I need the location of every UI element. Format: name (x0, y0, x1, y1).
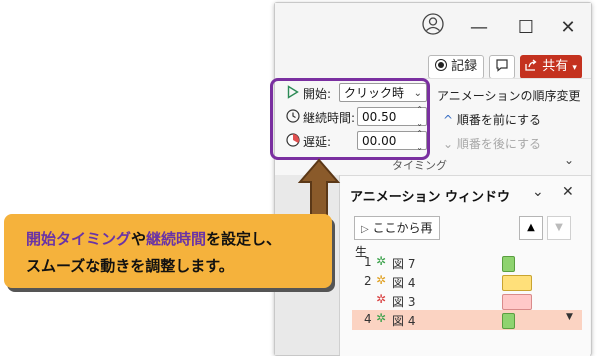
pane-title: アニメーション ウィンドウ (350, 190, 511, 205)
reorder-title: アニメーションの順序変更 (437, 89, 581, 103)
callout-line-1: 開始タイミングや継続時間を設定し、 (26, 227, 281, 251)
move-up-button[interactable]: ▲ (519, 216, 543, 240)
item-name: 図 4 (392, 276, 416, 290)
record-button[interactable]: 記録 (428, 55, 484, 79)
move-later-button[interactable]: ⌄ 順番を後にする (443, 135, 541, 152)
chevron-down-icon: ▾ (572, 63, 577, 73)
callout-line-2: スムーズな動きを調整します。 (26, 257, 234, 275)
play-icon: ▷ (361, 224, 369, 235)
comment-button[interactable] (489, 55, 515, 79)
record-icon (434, 59, 447, 71)
entrance-star-icon: ✲ (376, 254, 387, 268)
callout-text-part2: や (131, 230, 147, 248)
item-name: 図 4 (392, 314, 416, 328)
share-label: 共有 (542, 59, 569, 74)
list-item[interactable]: ✲ 図 3 (352, 291, 582, 311)
close-icon[interactable]: ✕ (553, 13, 583, 43)
item-name: 図 7 (392, 257, 416, 271)
chevron-down-icon[interactable]: ⌄ (532, 184, 544, 200)
callout-text-part4: を設定し、 (206, 230, 282, 248)
ribbon-collapse-icon[interactable]: ⌄ (564, 153, 574, 167)
comment-icon (496, 59, 508, 72)
timing-bar[interactable] (502, 313, 515, 329)
emphasis-star-icon: ✲ (376, 273, 387, 287)
list-item-selected[interactable]: 4 ✲ 図 4 ▼ (352, 310, 582, 330)
play-from-button[interactable]: ▷ ここから再生 (354, 216, 440, 259)
callout-box: 開始タイミングや継続時間を設定し、 スムーズな動きを調整します。 (4, 214, 332, 288)
chevron-up-icon: ^ (443, 113, 454, 127)
share-icon (525, 59, 537, 71)
timing-bar[interactable] (502, 275, 532, 291)
callout-highlight-duration: 継続時間 (146, 230, 207, 248)
item-name: 図 3 (392, 295, 416, 309)
up-arrow-icon (297, 158, 341, 219)
close-pane-icon[interactable]: ✕ (562, 184, 574, 200)
move-later-label: 順番を後にする (456, 137, 542, 151)
move-down-button[interactable]: ▼ (547, 216, 571, 240)
person-icon[interactable] (418, 13, 448, 43)
item-number: 2 (364, 274, 372, 288)
callout-highlight-start: 開始タイミング (26, 230, 132, 248)
list-item[interactable]: 1 ✲ 図 7 (352, 253, 582, 273)
timing-bar[interactable] (502, 256, 515, 272)
list-item[interactable]: 2 ✲ 図 4 (352, 272, 582, 292)
maximize-icon[interactable]: ☐ (511, 13, 541, 43)
minimize-icon[interactable]: — (464, 13, 494, 43)
move-earlier-label: 順番を前にする (456, 113, 542, 127)
item-number: 1 (364, 255, 372, 269)
item-number: 4 (364, 312, 372, 326)
title-bar: — ☐ ✕ (275, 3, 591, 47)
entrance-star-icon: ✲ (376, 311, 387, 325)
chevron-down-icon: ⌄ (443, 137, 454, 151)
timing-highlight-frame (270, 78, 430, 160)
exit-star-icon: ✲ (376, 292, 387, 306)
timing-bar[interactable] (502, 294, 532, 310)
share-button[interactable]: 共有 ▾ (520, 55, 582, 79)
chevron-down-icon[interactable]: ▼ (566, 312, 573, 322)
record-label: 記録 (451, 59, 478, 74)
move-earlier-button[interactable]: ^ 順番を前にする (443, 111, 541, 128)
